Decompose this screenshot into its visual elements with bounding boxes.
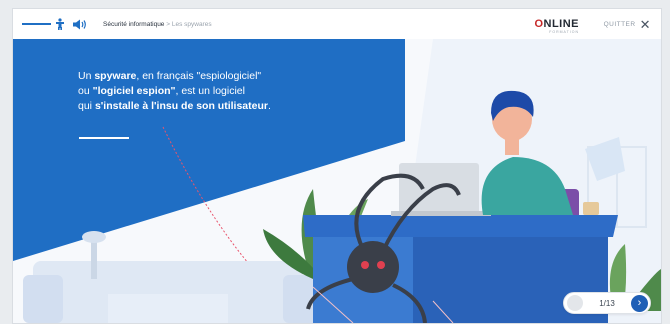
intro-term-installe: s'installe à l'insu de son utilisateur [94, 100, 268, 112]
breadcrumb-current: Les spywares [171, 20, 212, 28]
next-slide-button[interactable]: › [630, 294, 648, 312]
slide-intro-text: Un spyware, en français "espiologiciel" … [78, 69, 378, 114]
intro-underline [79, 137, 129, 139]
volume-icon[interactable] [67, 9, 93, 39]
intro-term-spyware: spyware [94, 70, 137, 82]
breadcrumb-section[interactable]: Sécurité informatique [103, 21, 164, 28]
slide-scene: Un spyware, en français "espiologiciel" … [13, 39, 661, 323]
brand-logo: ONLINE [534, 18, 579, 30]
breadcrumb-separator: > [166, 20, 171, 28]
intro-text-4: , est un logiciel [175, 85, 245, 97]
app-frame: Sécurité informatique > Les spywares ONL… [12, 8, 662, 324]
intro-term-logiciel-espion: "logiciel espion" [92, 85, 176, 97]
accessibility-icon[interactable] [53, 9, 67, 39]
intro-text-5: qui [78, 100, 95, 112]
previous-slide-button[interactable] [567, 295, 583, 311]
quit-button[interactable]: QUITTER ✕ [604, 18, 651, 31]
slide-counter: 1/13 [599, 298, 615, 308]
intro-text-2: , en français "espiologiciel" [136, 70, 262, 82]
intro-text-6: . [267, 100, 271, 112]
brand-tagline: FORMATION [549, 30, 579, 34]
chevron-right-icon: › [637, 297, 642, 309]
breadcrumb: Sécurité informatique > Les spywares [103, 21, 212, 28]
top-bar: Sécurité informatique > Les spywares ONL… [13, 9, 661, 39]
intro-text-3: ou [78, 85, 93, 97]
intro-text-1: Un [78, 70, 95, 82]
menu-icon[interactable] [13, 9, 53, 39]
brand-initial: O [534, 18, 544, 30]
close-icon: ✕ [639, 17, 651, 32]
quit-label: QUITTER [603, 21, 636, 28]
brand-name: NLINE [543, 18, 579, 30]
slide-pager: 1/13 › [563, 292, 651, 314]
